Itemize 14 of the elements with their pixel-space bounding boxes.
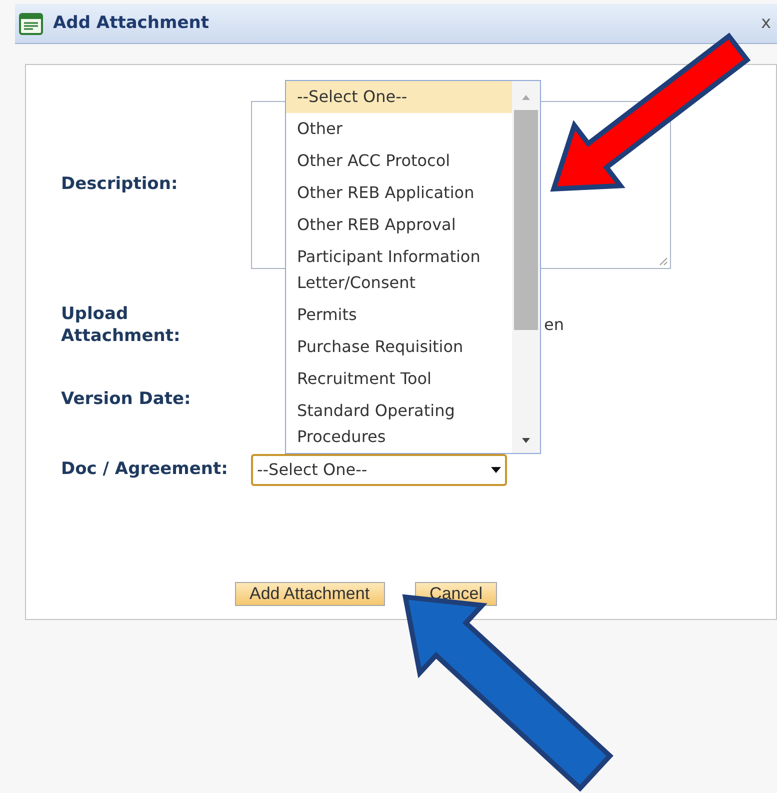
field-label: Version Date: [60,388,192,412]
caret-icon [491,467,501,473]
notepad-icon [19,12,43,34]
scroll-down-icon [522,438,530,443]
window-title: Add Attachment [53,12,209,35]
upload-text: en [544,314,564,336]
close-button[interactable]: x [760,10,773,36]
doc-agreement-select[interactable]: --Select One-- [251,454,507,486]
field-label: Description: [60,173,179,196]
resize-grip-icon [658,256,668,266]
dropdown-option[interactable]: --Select One-- [286,81,512,113]
field-label: Doc / Agreement: [60,458,229,482]
dialog-button[interactable]: Add Attachment [234,582,385,606]
field-label: Upload Attachment: [61,303,182,347]
